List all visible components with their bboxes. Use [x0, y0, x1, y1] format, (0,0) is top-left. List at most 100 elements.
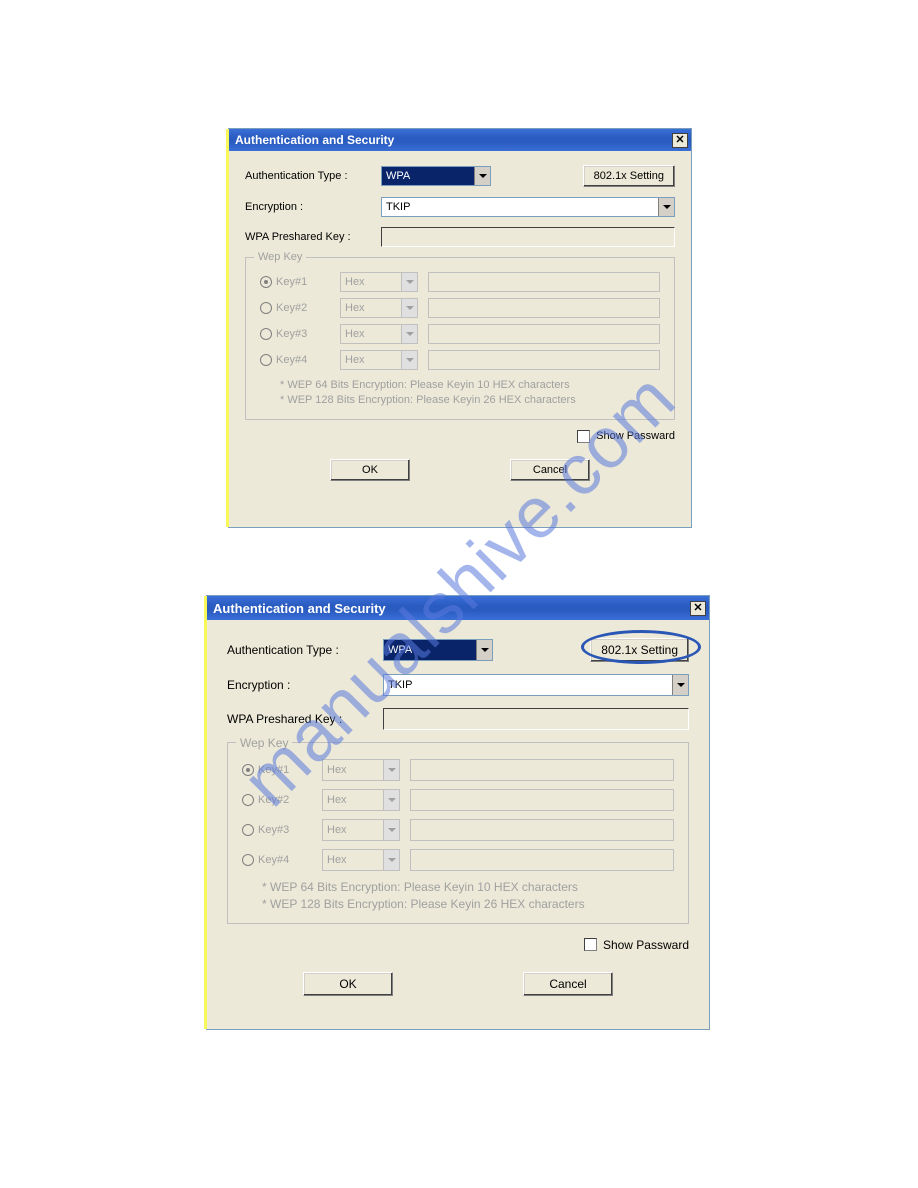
chevron-down-icon — [401, 273, 417, 291]
wep-key-row: Key#4 Hex — [260, 350, 660, 370]
show-password-checkbox[interactable] — [584, 938, 597, 951]
wep-key3-radio: Key#3 — [260, 328, 330, 340]
wep-key-row: Key#1 Hex — [260, 272, 660, 292]
psk-input[interactable] — [383, 708, 689, 730]
radio-icon — [242, 764, 254, 776]
ok-button[interactable]: OK — [303, 972, 393, 996]
wep-key1-radio: Key#1 — [260, 276, 330, 288]
cancel-button[interactable]: Cancel — [510, 459, 590, 481]
cancel-button[interactable]: Cancel — [523, 972, 613, 996]
wep-key1-radio: Key#1 — [242, 764, 312, 776]
wep-key4-format-select: Hex — [340, 350, 418, 370]
auth-type-label: Authentication Type : — [227, 643, 377, 657]
wep-hint: * WEP 64 Bits Encryption: Please Keyin 1… — [260, 378, 660, 409]
auth-security-dialog-2: Authentication and Security ✕ Authentica… — [206, 595, 710, 1030]
wep-key3-label: Key#3 — [276, 328, 307, 340]
radio-icon — [260, 354, 272, 366]
wep-key3-label: Key#3 — [258, 824, 289, 836]
auth-type-label: Authentication Type : — [245, 170, 375, 182]
wep-key-row: Key#3 Hex — [242, 819, 674, 841]
wep-key1-format-select: Hex — [340, 272, 418, 292]
wep-key2-format-select: Hex — [322, 789, 400, 811]
window-title: Authentication and Security — [235, 133, 394, 147]
chevron-down-icon — [401, 299, 417, 317]
wep-key2-radio: Key#2 — [242, 794, 312, 806]
wep-key-group: Wep Key Key#1 Hex Key#2 Hex — [245, 257, 675, 420]
show-password-label: Show Passward — [596, 430, 675, 442]
encryption-label: Encryption : — [227, 678, 377, 692]
psk-label: WPA Preshared Key : — [245, 231, 375, 243]
psk-label: WPA Preshared Key : — [227, 712, 377, 726]
wep-hint-64: * WEP 64 Bits Encryption: Please Keyin 1… — [280, 378, 660, 393]
wep-key3-input — [428, 324, 660, 344]
wep-hint: * WEP 64 Bits Encryption: Please Keyin 1… — [242, 879, 674, 913]
8021x-setting-button[interactable]: 802.1x Setting — [583, 165, 675, 187]
wep-key4-input — [410, 849, 674, 871]
radio-icon — [260, 302, 272, 314]
chevron-down-icon — [476, 640, 492, 660]
show-password-label: Show Passward — [603, 938, 689, 952]
wep-key-row: Key#1 Hex — [242, 759, 674, 781]
radio-icon — [260, 328, 272, 340]
encryption-select[interactable]: TKIP — [381, 197, 675, 217]
show-password-checkbox[interactable] — [577, 430, 590, 443]
close-icon[interactable]: ✕ — [690, 601, 706, 616]
wep-key3-input — [410, 819, 674, 841]
wep-key4-radio: Key#4 — [260, 354, 330, 366]
8021x-setting-button[interactable]: 802.1x Setting — [590, 638, 689, 662]
decorative-edge — [226, 129, 229, 527]
wep-key-row: Key#4 Hex — [242, 849, 674, 871]
wep-key2-label: Key#2 — [258, 794, 289, 806]
auth-type-value: WPA — [382, 170, 474, 182]
wep-key1-label: Key#1 — [258, 764, 289, 776]
wep-key-legend: Wep Key — [254, 251, 306, 263]
wep-key2-label: Key#2 — [276, 302, 307, 314]
wep-key3-format-value: Hex — [323, 824, 383, 836]
encryption-value: TKIP — [382, 201, 658, 213]
auth-type-value: WPA — [384, 644, 476, 656]
wep-key3-radio: Key#3 — [242, 824, 312, 836]
wep-key4-input — [428, 350, 660, 370]
chevron-down-icon — [383, 820, 399, 840]
wep-key-group: Wep Key Key#1 Hex Key#2 Hex — [227, 742, 689, 924]
wep-key2-format-value: Hex — [341, 302, 401, 314]
wep-key4-label: Key#4 — [258, 854, 289, 866]
wep-key4-format-value: Hex — [341, 354, 401, 366]
wep-key1-label: Key#1 — [276, 276, 307, 288]
radio-icon — [260, 276, 272, 288]
wep-hint-128: * WEP 128 Bits Encryption: Please Keyin … — [262, 896, 674, 913]
chevron-down-icon — [474, 167, 490, 185]
ok-button[interactable]: OK — [330, 459, 410, 481]
titlebar: Authentication and Security ✕ — [207, 596, 709, 620]
chevron-down-icon — [383, 790, 399, 810]
wep-key3-format-value: Hex — [341, 328, 401, 340]
wep-key2-radio: Key#2 — [260, 302, 330, 314]
wep-key2-input — [428, 298, 660, 318]
chevron-down-icon — [401, 351, 417, 369]
radio-icon — [242, 794, 254, 806]
encryption-select[interactable]: TKIP — [383, 674, 689, 696]
encryption-label: Encryption : — [245, 201, 375, 213]
window-title: Authentication and Security — [213, 601, 386, 616]
chevron-down-icon — [383, 760, 399, 780]
wep-key2-input — [410, 789, 674, 811]
wep-key-row: Key#3 Hex — [260, 324, 660, 344]
chevron-down-icon — [672, 675, 688, 695]
wep-key3-format-select: Hex — [322, 819, 400, 841]
wep-key4-format-value: Hex — [323, 854, 383, 866]
encryption-value: TKIP — [384, 679, 672, 691]
wep-key3-format-select: Hex — [340, 324, 418, 344]
auth-type-select[interactable]: WPA — [383, 639, 493, 661]
wep-key2-format-value: Hex — [323, 794, 383, 806]
wep-key-legend: Wep Key — [236, 736, 292, 750]
psk-input[interactable] — [381, 227, 675, 247]
wep-key4-radio: Key#4 — [242, 854, 312, 866]
close-icon[interactable]: ✕ — [672, 133, 688, 148]
chevron-down-icon — [383, 850, 399, 870]
wep-key4-label: Key#4 — [276, 354, 307, 366]
auth-type-select[interactable]: WPA — [381, 166, 491, 186]
wep-key-row: Key#2 Hex — [260, 298, 660, 318]
titlebar: Authentication and Security ✕ — [229, 129, 691, 151]
wep-key-row: Key#2 Hex — [242, 789, 674, 811]
chevron-down-icon — [401, 325, 417, 343]
